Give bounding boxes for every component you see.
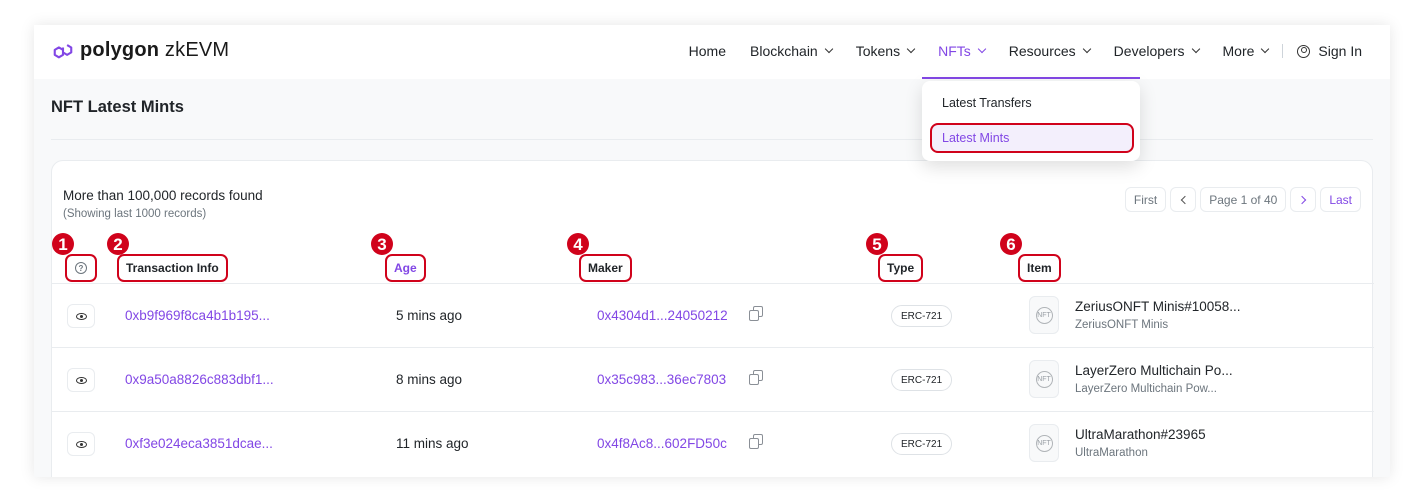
polygon-logo-icon — [53, 43, 73, 58]
nft-thumbnail[interactable]: NFT — [1029, 360, 1059, 398]
tx-hash-link[interactable]: 0x9a50a8826c883dbf1... — [125, 372, 274, 387]
nft-thumbnail[interactable]: NFT — [1029, 296, 1059, 334]
tx-hash-link[interactable]: 0xf3e024eca3851dcae... — [125, 436, 273, 451]
chevron-down-icon — [1082, 44, 1091, 54]
chevron-down-icon — [1191, 44, 1200, 54]
page-title: NFT Latest Mints — [51, 98, 184, 116]
prev-page-button[interactable] — [1170, 187, 1197, 212]
nav-developers[interactable]: Developers — [1114, 43, 1200, 59]
brand-name: polygon zkEVM — [80, 39, 230, 61]
annotation-badge-4: 4 — [567, 233, 589, 255]
nav-tokens[interactable]: Tokens — [856, 43, 916, 59]
sign-in-link[interactable]: Sign In — [1297, 43, 1362, 59]
records-note: (Showing last 1000 records) — [63, 208, 207, 220]
main-nav: Home Blockchain Tokens NFTs Resources De… — [665, 43, 1362, 59]
eye-icon — [75, 312, 87, 320]
chevron-left-icon — [1180, 195, 1189, 204]
user-circle-icon — [1297, 44, 1311, 58]
token-type-badge: ERC-721 — [891, 433, 953, 455]
next-page-button[interactable] — [1290, 187, 1317, 212]
token-type-badge: ERC-721 — [891, 369, 953, 391]
item-collection: LayerZero Multichain Pow... — [1075, 383, 1217, 395]
nav-more[interactable]: More — [1223, 43, 1270, 59]
nav-home[interactable]: Home — [689, 43, 726, 59]
item-collection: ZeriusONFT Minis — [1075, 319, 1169, 331]
col-header-help[interactable]: ? — [65, 254, 97, 282]
chevron-down-icon — [906, 44, 916, 54]
chevron-right-icon — [1297, 195, 1307, 204]
nav-nfts[interactable]: NFTs — [938, 43, 986, 59]
nft-thumbnail[interactable]: NFT — [1029, 424, 1059, 462]
age-value: 5 mins ago — [396, 308, 463, 323]
item-name-link[interactable]: LayerZero Multichain Po... — [1075, 363, 1233, 378]
divider — [51, 139, 1373, 140]
page-indicator: Page 1 of 40 — [1200, 187, 1287, 212]
annotation-badge-5: 5 — [866, 233, 888, 255]
nft-placeholder-icon: NFT — [1035, 306, 1053, 324]
col-header-item: Item — [1018, 254, 1061, 282]
nft-placeholder-icon: NFT — [1035, 370, 1053, 388]
annotation-badge-3: 3 — [371, 233, 393, 255]
last-page-button[interactable]: Last — [1320, 187, 1361, 212]
col-header-age[interactable]: Age — [385, 254, 426, 282]
question-circle-icon: ? — [75, 262, 87, 274]
view-details-button[interactable] — [67, 432, 95, 456]
brand-logo[interactable]: polygon zkEVM — [52, 39, 229, 62]
col-header-maker: Maker — [579, 254, 632, 282]
item-name-link[interactable]: ZeriusONFT Minis#10058... — [1075, 299, 1241, 314]
item-name-link[interactable]: UltraMarathon#23965 — [1075, 427, 1206, 442]
records-count: More than 100,000 records found — [63, 188, 263, 203]
top-navbar: polygon zkEVM Home Blockchain Tokens NFT… — [34, 25, 1390, 79]
token-type-badge: ERC-721 — [891, 305, 953, 327]
copy-icon[interactable] — [749, 370, 763, 385]
maker-address-link[interactable]: 0x4304d1...24050212 — [597, 308, 728, 323]
nfts-dropdown-menu: Latest Transfers Latest Mints — [922, 81, 1140, 161]
copy-icon[interactable] — [749, 306, 763, 321]
menu-item-latest-mints[interactable]: Latest Mints — [930, 123, 1134, 153]
view-details-button[interactable] — [67, 368, 95, 392]
eye-icon — [75, 440, 87, 448]
maker-address-link[interactable]: 0x35c983...36ec7803 — [597, 372, 726, 387]
annotation-badge-1: 1 — [52, 233, 74, 255]
col-header-transaction-info: Transaction Info — [117, 254, 228, 282]
chevron-down-icon — [824, 44, 833, 54]
menu-item-latest-transfers[interactable]: Latest Transfers — [942, 96, 1032, 110]
nfts-active-underline — [922, 77, 1140, 79]
browser-viewport: polygon zkEVM Home Blockchain Tokens NFT… — [34, 25, 1390, 477]
eye-icon — [75, 376, 87, 384]
pagination: First Page 1 of 40 Last — [1121, 187, 1361, 212]
table-row: 0xf3e024eca3851dcae... 11 mins ago 0x4f8… — [52, 412, 1374, 476]
maker-address-link[interactable]: 0x4f8Ac8...602FD50c — [597, 436, 727, 451]
nav-resources[interactable]: Resources — [1009, 43, 1091, 59]
nft-placeholder-icon: NFT — [1035, 434, 1053, 452]
item-collection: UltraMarathon — [1075, 447, 1148, 459]
chevron-down-icon — [977, 44, 986, 54]
nav-blockchain[interactable]: Blockchain — [750, 43, 833, 59]
first-page-button[interactable]: First — [1124, 187, 1167, 212]
table-row: 0x9a50a8826c883dbf1... 8 mins ago 0x35c9… — [52, 348, 1374, 412]
age-value: 11 mins ago — [396, 436, 469, 451]
mints-table-card: More than 100,000 records found (Showing… — [51, 160, 1374, 477]
nav-divider — [1282, 44, 1284, 58]
col-header-type: Type — [878, 254, 924, 282]
tx-hash-link[interactable]: 0xb9f969f8ca4b1b195... — [125, 308, 270, 323]
sign-in-label: Sign In — [1318, 43, 1362, 59]
table-row: 0xb9f969f8ca4b1b195... 5 mins ago 0x4304… — [52, 284, 1374, 348]
chevron-down-icon — [1261, 44, 1270, 54]
annotation-badge-6: 6 — [1000, 233, 1022, 255]
view-details-button[interactable] — [67, 304, 95, 328]
copy-icon[interactable] — [749, 434, 763, 449]
annotation-badge-2: 2 — [107, 233, 129, 255]
age-value: 8 mins ago — [396, 372, 463, 387]
